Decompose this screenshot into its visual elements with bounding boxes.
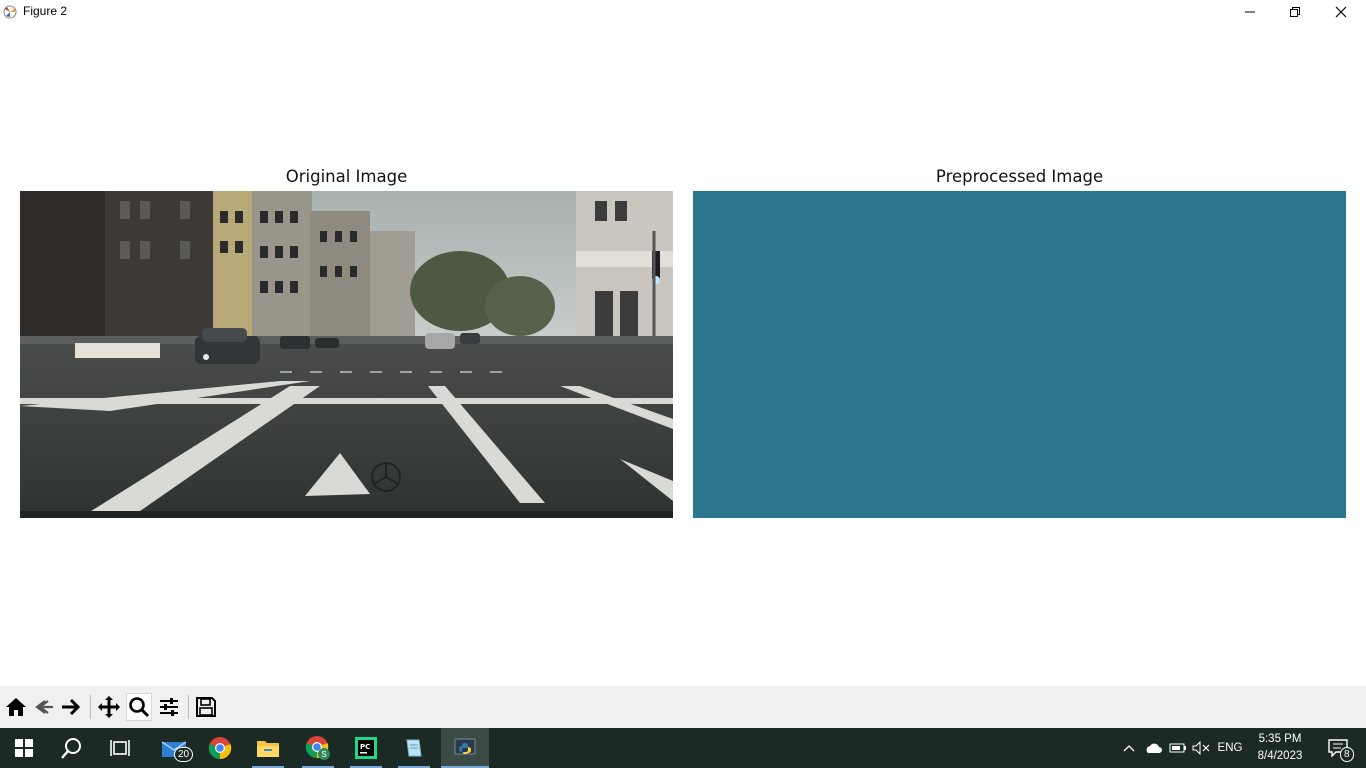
close-button[interactable] [1318, 0, 1364, 24]
taskbar-clock[interactable]: 5:35 PM 8/4/2023 [1248, 731, 1312, 765]
original-image-axes[interactable] [20, 191, 673, 518]
matplotlib-app-icon [3, 5, 17, 19]
start-icon [15, 739, 33, 757]
task-view-button[interactable] [96, 728, 144, 768]
preprocessed-image-fill [693, 191, 1346, 518]
original-image-title: Original Image [285, 167, 408, 186]
search-button[interactable] [48, 728, 96, 768]
svg-text:PC: PC [360, 743, 370, 751]
svg-text:S: S [321, 750, 326, 759]
minimize-button[interactable] [1227, 0, 1273, 24]
taskbar-chrome[interactable] [196, 728, 244, 768]
taskbar-notepad[interactable] [390, 728, 438, 768]
configure-subplots-icon [160, 698, 178, 716]
window-titlebar: Figure 2 [0, 0, 1366, 24]
clock-date: 8/4/2023 [1257, 750, 1303, 762]
clock-time: 5:35 PM [1258, 733, 1302, 745]
close-icon [1335, 6, 1347, 18]
taskbar-python[interactable] [441, 728, 489, 768]
chrome-profile-icon: S [305, 736, 330, 760]
forward-icon [62, 698, 81, 716]
pan-icon [98, 696, 120, 718]
back-button[interactable] [31, 693, 57, 721]
volume-button[interactable] [1190, 728, 1212, 768]
pycharm-icon: PC [355, 737, 377, 759]
chevron-up-icon [1123, 745, 1135, 752]
back-icon [35, 700, 53, 714]
notepad-icon [406, 739, 422, 757]
toolbar-separator [90, 695, 91, 719]
taskbar-chrome-profile[interactable]: S [294, 728, 342, 768]
navigation-toolbar [0, 686, 1366, 728]
volume-muted-icon [1192, 741, 1210, 755]
search-icon [61, 738, 81, 759]
file-explorer-icon [257, 741, 279, 757]
home-icon [6, 698, 26, 716]
window-title: Figure 2 [23, 4, 68, 18]
task-view-icon [110, 740, 130, 756]
restore-icon [1290, 7, 1300, 17]
taskbar-file-explorer[interactable] [244, 728, 292, 768]
battery-icon [1169, 743, 1186, 753]
configure-subplots-button[interactable] [156, 693, 182, 721]
forward-button[interactable] [58, 693, 84, 721]
zoom-icon [129, 697, 150, 718]
action-center-button[interactable]: 8 [1318, 728, 1358, 768]
windows-taskbar: 20 S PC ENG 5:35 PM 8/4/2023 8 [0, 728, 1366, 768]
show-hidden-icons-button[interactable] [1119, 728, 1139, 768]
start-button[interactable] [0, 728, 48, 768]
preprocessed-image-title: Preprocessed Image [935, 167, 1104, 186]
figure-canvas[interactable]: Original Image Preprocessed Image [0, 24, 1366, 686]
chrome-icon [208, 737, 232, 760]
notification-badge: 8 [1340, 747, 1354, 762]
save-button[interactable] [193, 693, 219, 721]
taskbar-mail[interactable]: 20 [150, 728, 198, 768]
python-icon [454, 738, 476, 755]
onedrive-cloud-icon [1146, 743, 1162, 753]
save-icon [196, 697, 216, 717]
toolbar-separator [188, 695, 189, 719]
restore-button[interactable] [1272, 0, 1318, 24]
minimize-icon [1245, 11, 1255, 13]
pan-button[interactable] [96, 693, 122, 721]
onedrive-button[interactable] [1142, 728, 1164, 768]
mail-badge: 20 [174, 747, 194, 762]
preprocessed-image-axes[interactable] [693, 191, 1346, 518]
home-button[interactable] [3, 693, 29, 721]
battery-button[interactable] [1167, 728, 1189, 768]
street-scene-photo [20, 191, 673, 518]
zoom-button[interactable] [126, 693, 152, 721]
taskbar-pycharm[interactable]: PC [342, 728, 390, 768]
language-indicator[interactable]: ENG [1214, 728, 1246, 768]
